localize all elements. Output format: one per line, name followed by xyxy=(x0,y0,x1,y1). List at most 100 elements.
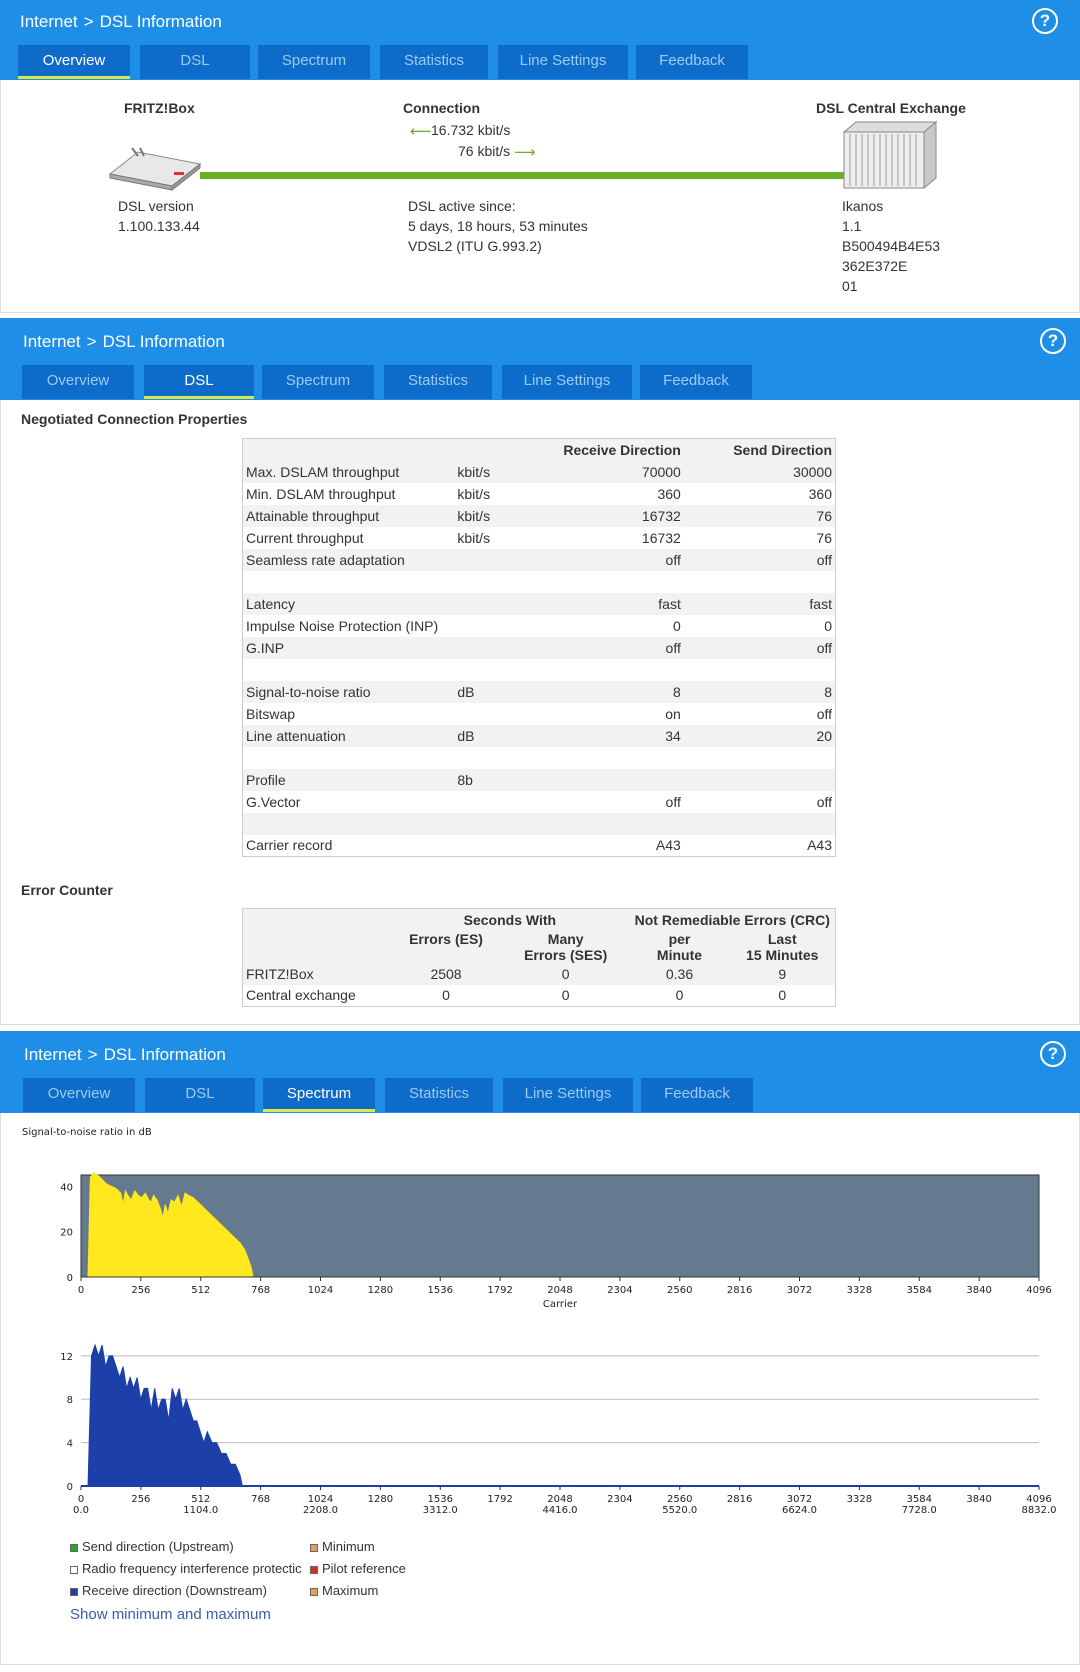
x-tick-label: 4096 xyxy=(1026,1285,1051,1296)
table-cell: A43 xyxy=(807,837,832,854)
send-direction-header: Send Direction xyxy=(733,441,832,458)
table-cell: Impulse Noise Protection (INP) xyxy=(246,617,439,634)
table-cell: 0 xyxy=(673,617,681,634)
x-tick-label-secondary: 3312.0 xyxy=(423,1505,458,1516)
show-min-max-link[interactable]: Show minimum and maximum xyxy=(70,1606,271,1623)
table-cell xyxy=(534,813,684,835)
table-cell xyxy=(454,637,534,659)
table-cell xyxy=(684,747,836,769)
x-tick-label: 768 xyxy=(251,1285,270,1296)
tab-dsl[interactable]: DSL xyxy=(144,365,254,399)
tab-overview[interactable]: Overview xyxy=(18,45,130,79)
breadcrumb: Internet > DSL Information xyxy=(20,12,222,32)
table-cell xyxy=(454,747,534,769)
tab-spectrum[interactable]: Spectrum xyxy=(262,365,374,399)
table-cell: 360 xyxy=(808,485,832,502)
help-icon[interactable]: ? xyxy=(1040,328,1066,354)
dsl-version-value: 1.100.133.44 xyxy=(118,218,200,234)
table-cell xyxy=(454,659,534,681)
x-tick-label: 256 xyxy=(131,1494,150,1505)
breadcrumb-root[interactable]: Internet xyxy=(23,332,81,351)
receive-direction-header: Receive Direction xyxy=(563,441,681,458)
tab-feedback[interactable]: Feedback xyxy=(636,45,748,79)
legend-label: Minimum xyxy=(322,1539,375,1554)
table-row: Profile 8b xyxy=(242,768,836,791)
x-tick-label: 0 xyxy=(78,1494,84,1505)
tab-dsl[interactable]: DSL xyxy=(145,1078,255,1112)
table-row xyxy=(243,659,836,681)
tab-overview[interactable]: Overview xyxy=(22,365,134,399)
tab-line-settings[interactable]: Line Settings xyxy=(498,45,628,79)
table-cell: Line attenuation xyxy=(246,727,346,744)
tab-line-settings[interactable]: Line Settings xyxy=(502,365,632,399)
table-cell xyxy=(454,571,534,593)
x-tick-label-secondary: 8832.0 xyxy=(1022,1505,1057,1516)
tab-spectrum[interactable]: Spectrum xyxy=(258,45,370,79)
table-cell: A43 xyxy=(655,837,681,854)
tab-dsl[interactable]: DSL xyxy=(140,45,250,79)
table-row: G.INP off off xyxy=(242,636,836,659)
header: Internet > DSL Information ? Overview DSL … xyxy=(0,318,1080,400)
table-cell: 76 xyxy=(816,507,832,524)
table-row: Current throughput kbit/s 16732 76 xyxy=(243,527,836,549)
tab-spectrum[interactable]: Spectrum xyxy=(263,1078,375,1112)
tab-statistics[interactable]: Statistics xyxy=(380,45,488,79)
x-tick-label-secondary: 4416.0 xyxy=(543,1505,578,1516)
tab-statistics[interactable]: Statistics xyxy=(385,1078,493,1112)
table-cell: 30000 xyxy=(793,463,832,480)
x-tick-label: 3584 xyxy=(907,1494,932,1505)
table-cell: Bitswap xyxy=(246,705,296,722)
x-tick-label: 2304 xyxy=(607,1494,632,1505)
x-tick-label: 3072 xyxy=(787,1494,812,1505)
legend-downstream: Receive direction (Downstream) xyxy=(70,1583,267,1598)
tab-line-settings[interactable]: Line Settings xyxy=(503,1078,633,1112)
snr-chart: Signal-to-noise ratio in dB 0 20 40 0 256 512 7… xyxy=(22,1127,1052,1310)
tab-statistics[interactable]: Statistics xyxy=(384,365,492,399)
x-tick-label: 1280 xyxy=(368,1494,393,1505)
legend-maximum: Maximum xyxy=(310,1583,378,1598)
table-cell: Latency xyxy=(246,595,296,612)
x-tick-label: 512 xyxy=(191,1494,210,1505)
help-icon[interactable]: ? xyxy=(1032,8,1058,34)
table-row xyxy=(243,747,836,769)
x-tick-label-secondary: 1104.0 xyxy=(183,1505,218,1516)
tab-overview[interactable]: Overview xyxy=(23,1078,135,1112)
last-15-line1: Last xyxy=(767,930,797,947)
x-tick-label: 3840 xyxy=(966,1285,991,1296)
crc-header: Not Remediable Errors (CRC) xyxy=(634,911,830,928)
table-cell: 2508 xyxy=(430,965,462,982)
table-cell: FRITZ!Box xyxy=(246,965,314,982)
table-cell xyxy=(243,747,455,769)
error-counter-title: Error Counter xyxy=(21,882,113,898)
table-cell: 16732 xyxy=(641,507,681,524)
table-cell xyxy=(454,835,534,857)
seconds-with-header: Seconds With xyxy=(463,911,557,928)
x-tick-label-secondary: 5520.0 xyxy=(662,1505,697,1516)
table-row: Central exchange 0 0 0 0 xyxy=(242,984,836,1007)
dsl-mode: VDSL2 (ITU G.993.2) xyxy=(408,238,542,254)
table-cell xyxy=(454,593,534,615)
table-cell xyxy=(243,571,455,593)
tab-feedback[interactable]: Feedback xyxy=(641,1078,753,1112)
breadcrumb-root[interactable]: Internet xyxy=(24,1045,82,1064)
table-row: Max. DSLAM throughput kbit/s 70000 30000 xyxy=(242,460,836,483)
exchange-id3: 01 xyxy=(842,278,858,294)
table-cell: 34 xyxy=(665,727,681,744)
table-row: Latency fast fast xyxy=(242,592,836,615)
up-rate: 76 kbit/s xyxy=(458,143,511,159)
table-cell: off xyxy=(665,551,681,568)
legend-upstream: Send direction (Upstream) xyxy=(70,1539,234,1554)
legend-swatch xyxy=(310,1587,318,1596)
table-cell: Carrier record xyxy=(246,837,333,854)
table-row: Seamless rate adaptation off off xyxy=(242,548,836,571)
table-cell: Profile xyxy=(246,771,286,788)
help-icon[interactable]: ? xyxy=(1040,1041,1066,1067)
y-tick-label: 40 xyxy=(60,1182,73,1193)
table-cell: off xyxy=(665,793,681,810)
breadcrumb-root[interactable]: Internet xyxy=(20,12,78,31)
table-cell: Attainable throughput xyxy=(246,507,380,524)
tab-feedback[interactable]: Feedback xyxy=(640,365,752,399)
table-cell xyxy=(534,659,684,681)
breadcrumb-separator: > xyxy=(83,12,94,31)
table-row: Attainable throughput kbit/s 16732 76 xyxy=(242,504,836,527)
